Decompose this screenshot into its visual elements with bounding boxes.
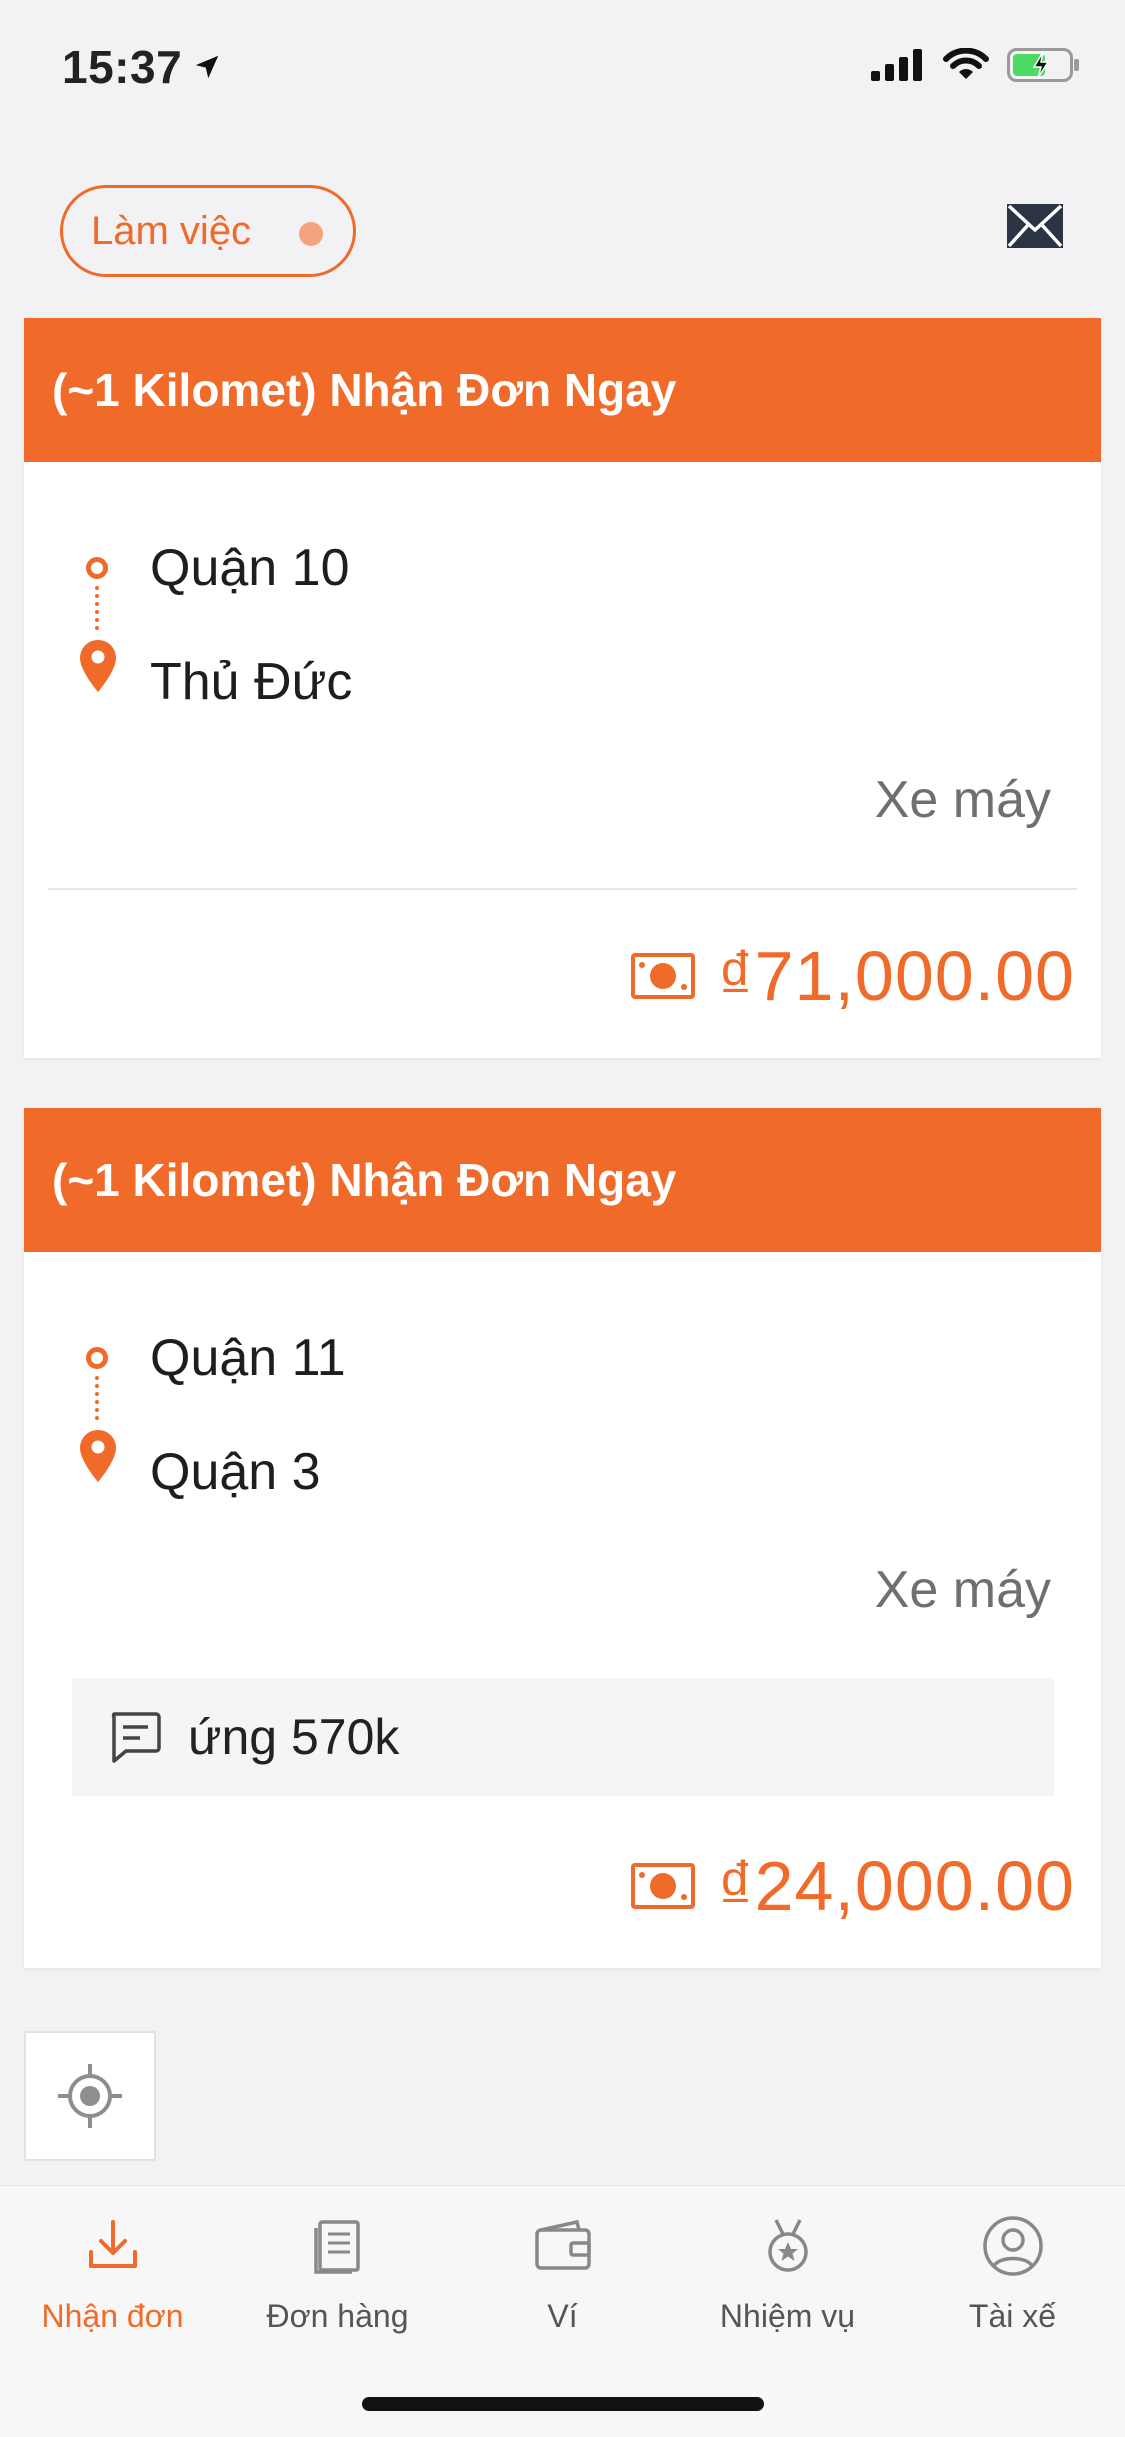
divider bbox=[48, 888, 1077, 890]
origin-label: Quận 10 bbox=[150, 539, 350, 597]
tab-orders[interactable]: Đơn hàng bbox=[225, 2214, 450, 2335]
cash-icon bbox=[630, 1863, 695, 1909]
vehicle-type: Xe máy bbox=[874, 771, 1051, 829]
work-status-label: Làm việc bbox=[91, 208, 252, 253]
order-card[interactable]: (~1 Kilomet) Nhận Đơn Ngay Quận 10 Thủ Đ… bbox=[24, 318, 1101, 1058]
route: Quận 10 Thủ Đức bbox=[24, 462, 1101, 722]
order-price: ₫71,000.00 bbox=[717, 937, 1075, 1015]
order-card-header: (~1 Kilomet) Nhận Đơn Ngay bbox=[24, 318, 1101, 462]
crosshair-icon bbox=[58, 2064, 122, 2128]
work-status-toggle[interactable]: Làm việc bbox=[60, 185, 356, 277]
tab-receive-order[interactable]: Nhận đơn bbox=[0, 2214, 225, 2335]
order-note: ứng 570k bbox=[72, 1678, 1054, 1796]
origin-dot-icon bbox=[86, 1347, 108, 1369]
status-bar: 15:37 bbox=[0, 0, 1125, 130]
cash-icon bbox=[630, 953, 695, 999]
destination-label: Thủ Đức bbox=[150, 653, 353, 711]
document-icon bbox=[313, 2220, 360, 2274]
signal-icon bbox=[871, 49, 922, 81]
medal-icon bbox=[767, 2219, 808, 2272]
download-icon bbox=[88, 2220, 137, 2268]
origin-dot-icon bbox=[86, 557, 108, 579]
origin-label: Quận 11 bbox=[150, 1329, 346, 1387]
destination-pin-icon bbox=[80, 640, 116, 692]
message-icon bbox=[111, 1712, 161, 1763]
route-line bbox=[95, 586, 103, 630]
tab-label: Nhận đơn bbox=[41, 2298, 184, 2334]
route-line bbox=[95, 1376, 103, 1420]
destination-label: Quận 3 bbox=[150, 1443, 321, 1501]
order-price: ₫24,000.00 bbox=[717, 1847, 1075, 1925]
route: Quận 11 Quận 3 bbox=[24, 1252, 1101, 1512]
tab-missions[interactable]: Nhiệm vụ bbox=[675, 2214, 900, 2335]
tab-label: Nhiệm vụ bbox=[719, 2298, 856, 2334]
work-status-dot bbox=[299, 222, 323, 246]
locate-me-button[interactable] bbox=[24, 2031, 156, 2161]
tab-wallet[interactable]: Ví bbox=[450, 2214, 675, 2335]
tab-label: Đơn hàng bbox=[266, 2298, 409, 2334]
tab-label: Tài xế bbox=[968, 2298, 1057, 2334]
order-note-text: ứng 570k bbox=[188, 1709, 400, 1765]
mail-icon[interactable] bbox=[1007, 204, 1063, 248]
destination-pin-icon bbox=[80, 1430, 116, 1482]
order-card[interactable]: (~1 Kilomet) Nhận Đơn Ngay Quận 11 Quận … bbox=[24, 1108, 1101, 1968]
battery-charging-icon bbox=[1007, 48, 1079, 82]
user-icon bbox=[982, 2216, 1043, 2276]
tab-driver[interactable]: Tài xế bbox=[900, 2214, 1125, 2335]
vehicle-type: Xe máy bbox=[874, 1561, 1051, 1619]
wifi-icon bbox=[943, 48, 989, 79]
home-indicator bbox=[362, 2397, 764, 2411]
status-time: 15:37 bbox=[62, 41, 183, 93]
tab-label: Ví bbox=[547, 2298, 578, 2334]
wallet-icon bbox=[534, 2219, 591, 2270]
top-bar: Làm việc bbox=[0, 150, 1125, 310]
location-arrow-icon bbox=[195, 55, 219, 79]
order-card-header: (~1 Kilomet) Nhận Đơn Ngay bbox=[24, 1108, 1101, 1252]
